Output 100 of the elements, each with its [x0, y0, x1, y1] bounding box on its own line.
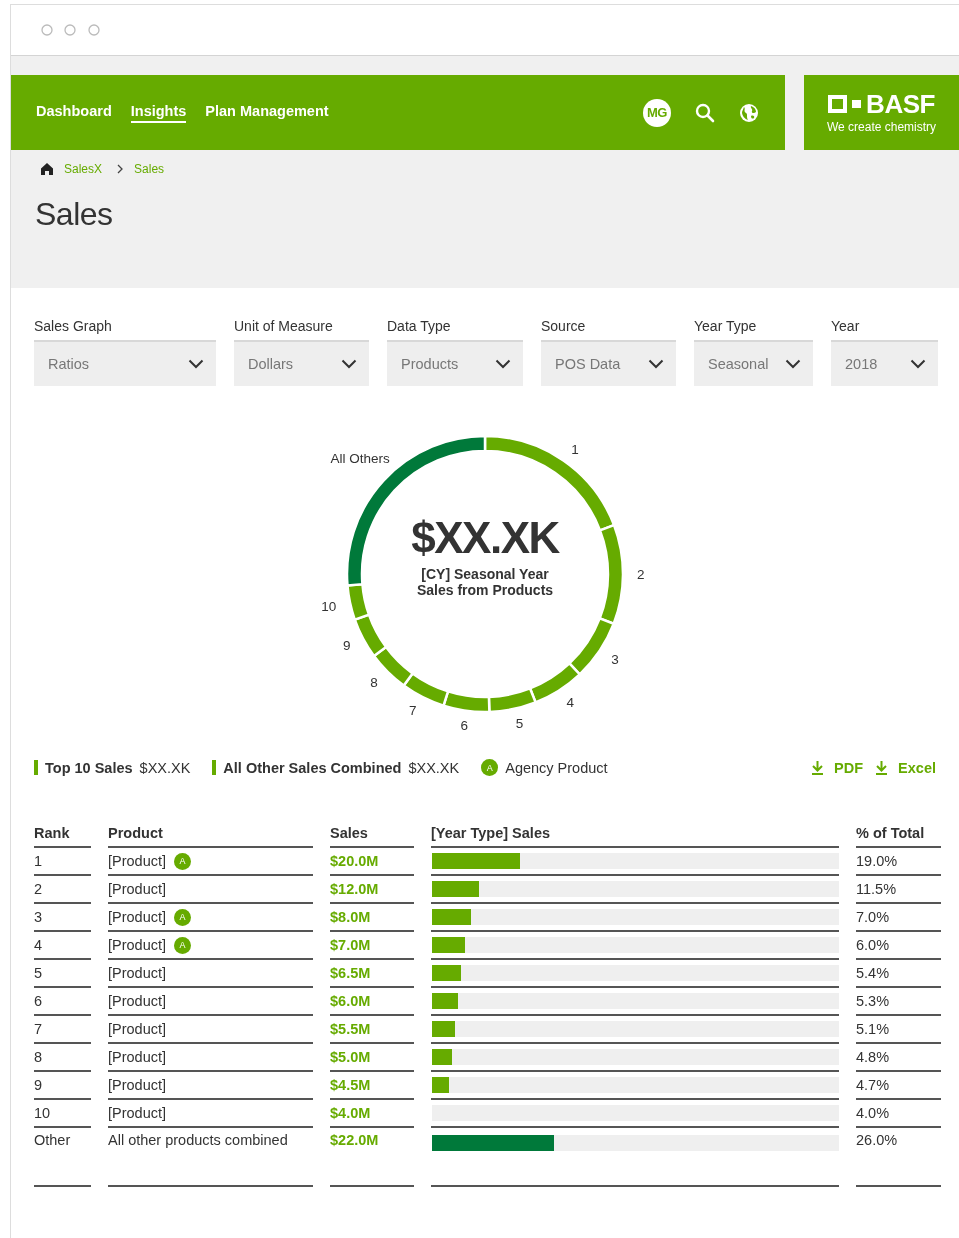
brand-name: BASF: [866, 91, 935, 117]
legend-label: All Other Sales Combined: [223, 759, 402, 776]
nav-link[interactable]: Insights: [130, 102, 187, 123]
slice-label: 3: [611, 651, 619, 667]
chevron-down-icon: [910, 359, 926, 369]
chevron-down-icon: [785, 359, 801, 369]
column-header: % of Total: [856, 826, 941, 848]
table-cell: $5.5M: [330, 1016, 414, 1044]
column-header: [Year Type] Sales: [431, 826, 839, 848]
chevron-down-icon: [341, 359, 357, 369]
search-icon[interactable]: [695, 102, 715, 123]
dropdown[interactable]: Dollars: [234, 340, 369, 386]
table-cell: Other: [34, 1128, 91, 1187]
product-name: [Product]: [108, 965, 167, 981]
legend-marker: [212, 760, 217, 775]
download-link[interactable]: PDF: [811, 759, 864, 776]
filter-label: Data Type: [387, 318, 452, 334]
product-name: [Product]: [108, 909, 167, 925]
dropdown[interactable]: Ratios: [34, 340, 216, 386]
table-cell: 5.3%: [856, 988, 941, 1016]
table-cell: 3: [34, 904, 91, 932]
logo-squares-icon: [828, 95, 863, 113]
product-name: [Product]: [108, 1077, 167, 1093]
product-name: [Product]: [108, 1049, 167, 1065]
slice-label: 4: [566, 695, 575, 711]
product-name: [Product]: [108, 881, 167, 897]
table-cell: 26.0%: [856, 1128, 941, 1187]
nav-link[interactable]: Plan Management: [205, 102, 329, 123]
agency-badge: A: [481, 759, 499, 776]
product-name: [Product]: [108, 1105, 167, 1121]
legend-value: $XX.XK: [408, 759, 460, 776]
column-header: Product: [108, 826, 313, 848]
donut-slice: [353, 613, 388, 658]
slice-label: 9: [343, 638, 351, 654]
product-name: [Product]: [108, 853, 167, 869]
table-cell: 5: [34, 960, 91, 988]
home-icon[interactable]: [40, 162, 54, 176]
table-cell: $6.0M: [330, 988, 414, 1016]
table-cell: 4.7%: [856, 1072, 941, 1100]
chevron-down-icon: [188, 359, 204, 369]
slice-label: 8: [370, 674, 378, 690]
table-cell: $7.0M: [330, 932, 414, 960]
product-name: All other products combined: [108, 1132, 288, 1148]
download-icon: [875, 760, 889, 775]
table-cell: $22.0M: [330, 1128, 414, 1187]
table-cell: 8: [34, 1044, 91, 1072]
legend-label: Agency Product: [505, 759, 608, 776]
table-cell: $6.5M: [330, 960, 414, 988]
table-cell: 9: [34, 1072, 91, 1100]
breadcrumb-link[interactable]: SalesX: [64, 162, 103, 176]
chart-caption: [CY] Seasonal Year: [421, 566, 549, 583]
table-cell: 6: [34, 988, 91, 1016]
download-icon: [811, 760, 825, 775]
slice-label: All Others: [330, 451, 390, 467]
slice-label: 10: [321, 598, 337, 614]
table-cell: 4: [34, 932, 91, 960]
download-link[interactable]: Excel: [875, 759, 936, 776]
filter-label: Year: [831, 318, 861, 334]
slice-label: 7: [409, 702, 417, 718]
total-value: $XX.XK: [411, 514, 559, 563]
table-cell: 10: [34, 1100, 91, 1128]
agency-badge: A: [174, 852, 192, 870]
table-cell: 5.1%: [856, 1016, 941, 1044]
dropdown[interactable]: Products: [387, 340, 523, 386]
filter-label: Unit of Measure: [234, 318, 334, 334]
table-cell: 5.4%: [856, 960, 941, 988]
column-header: Rank: [34, 826, 91, 848]
slice-label: 5: [515, 715, 524, 731]
table-cell: 7.0%: [856, 904, 941, 932]
dropdown[interactable]: POS Data: [541, 340, 676, 386]
filter-label: Year Type: [694, 318, 758, 334]
legend-value: $XX.XK: [139, 759, 191, 776]
dropdown[interactable]: 2018: [831, 340, 938, 386]
dropdown[interactable]: Seasonal: [694, 340, 813, 386]
column-header: Sales: [330, 826, 414, 848]
page-title: Sales: [34, 195, 114, 233]
filter-label: Sales Graph: [34, 318, 113, 334]
nav-link[interactable]: Dashboard: [36, 102, 112, 123]
slice-label: 1: [571, 441, 579, 457]
product-name: [Product]: [108, 993, 167, 1009]
user-avatar[interactable]: MG: [643, 98, 671, 127]
globe-icon[interactable]: [739, 102, 759, 123]
chart-caption: Sales from Products: [416, 582, 554, 599]
product-name: [Product]: [108, 1021, 167, 1037]
table-cell: $20.0M: [330, 848, 414, 876]
product-name: [Product]: [108, 937, 167, 953]
table-cell: $4.5M: [330, 1072, 414, 1100]
table-cell: $5.0M: [330, 1044, 414, 1072]
chevron-icon: [116, 164, 125, 174]
slice-label: 6: [460, 717, 469, 733]
table-cell: 4.8%: [856, 1044, 941, 1072]
filter-label: Source: [541, 318, 587, 334]
table-cell: 11.5%: [856, 876, 941, 904]
table-cell: 6.0%: [856, 932, 941, 960]
chevron-down-icon: [495, 359, 511, 369]
breadcrumb-link[interactable]: Sales: [134, 162, 165, 176]
table-cell: 2: [34, 876, 91, 904]
legend-label: Top 10 Sales: [45, 759, 133, 776]
table-cell: 19.0%: [856, 848, 941, 876]
agency-badge: A: [174, 936, 192, 954]
